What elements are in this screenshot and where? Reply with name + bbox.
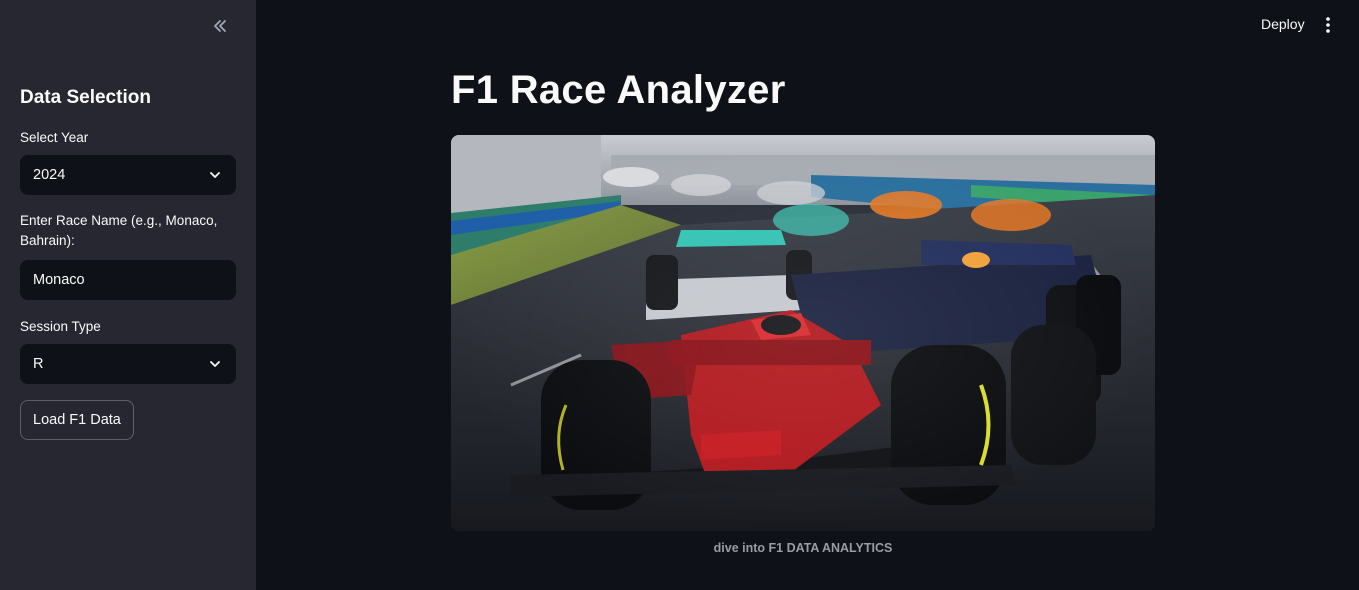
race-cars-illustration — [451, 135, 1155, 531]
kebab-menu-icon — [1326, 17, 1330, 33]
image-caption: dive into F1 DATA ANALYTICS — [713, 541, 893, 555]
chevron-down-icon — [210, 361, 220, 367]
session-label: Session Type — [20, 319, 101, 334]
race-input[interactable]: Monaco — [20, 260, 236, 300]
main-menu-button[interactable] — [1319, 15, 1337, 35]
deploy-button[interactable]: Deploy — [1261, 16, 1305, 32]
double-chevron-left-icon — [214, 20, 226, 32]
load-f1-data-button[interactable]: Load F1 Data — [20, 400, 134, 440]
session-select[interactable]: R — [20, 344, 236, 384]
page-title: F1 Race Analyzer — [451, 68, 786, 112]
year-select[interactable]: 2024 — [20, 155, 236, 195]
collapse-sidebar-button[interactable] — [208, 14, 232, 38]
race-label: Enter Race Name (e.g., Monaco, Bahrain): — [20, 213, 218, 248]
sidebar: Data Selection Select Year 2024 Enter Ra… — [0, 0, 256, 590]
chevron-down-icon — [210, 172, 220, 178]
sidebar-title: Data Selection — [20, 87, 151, 108]
year-select-value: 2024 — [33, 167, 66, 183]
session-select-value: R — [33, 356, 44, 372]
race-input-value: Monaco — [33, 272, 85, 288]
hero-image — [451, 135, 1155, 531]
year-label: Select Year — [20, 130, 89, 145]
